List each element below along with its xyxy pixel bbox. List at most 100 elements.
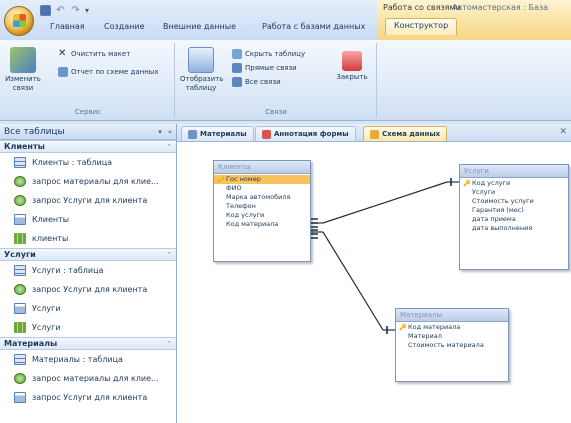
tab-home[interactable]: Главная <box>50 22 85 31</box>
schema-field[interactable]: Услуги <box>460 188 568 197</box>
edit-links-button[interactable]: Изменить связи <box>4 47 42 93</box>
schema-table-title[interactable]: Клиенты <box>214 161 310 174</box>
undo-icon[interactable]: ↶ <box>55 5 66 16</box>
schema-field-label: Гарантия (мес) <box>472 206 524 214</box>
schema-table-title[interactable]: Услуги <box>460 165 568 178</box>
nav-item[interactable]: Материалы : таблица <box>0 350 176 369</box>
doc-tab-schema[interactable]: Схема данных <box>363 126 448 141</box>
nav-item[interactable]: Клиенты <box>0 210 176 229</box>
schema-table-title[interactable]: Материалы <box>396 309 508 322</box>
collapse-chevron-icon[interactable]: ⌃ <box>166 340 172 348</box>
redo-icon[interactable]: ↷ <box>70 5 81 16</box>
schema-report-label: Отчет по схеме данных <box>71 68 159 76</box>
nav-item[interactable]: запрос Услуги для клиента <box>0 388 176 407</box>
collapse-chevron-icon[interactable]: ⌃ <box>166 143 172 151</box>
save-icon[interactable] <box>40 4 51 16</box>
schema-field[interactable]: Стоимость материала <box>396 341 508 350</box>
schema-table-box[interactable]: Услуги 🔑 Код услуги Услуги Стоимость услуги Г… <box>459 164 569 270</box>
clear-layout-button[interactable]: ✕ Очистить макет <box>58 49 130 59</box>
schema-field[interactable]: дата приема <box>460 215 568 224</box>
nav-item[interactable]: Клиенты : таблица <box>0 153 176 172</box>
schema-field[interactable]: Стоимость услуги <box>460 197 568 206</box>
nav-collapse-icon[interactable]: « <box>168 128 172 136</box>
tab-external-data[interactable]: Внешние данные <box>163 22 236 31</box>
nav-group-header[interactable]: Материалы ⌃ <box>0 337 176 350</box>
nav-header[interactable]: Все таблицы ▾ « <box>0 124 176 140</box>
nav-item-label: Клиенты : таблица <box>32 158 113 167</box>
nav-item[interactable]: запрос материалы для клие... <box>0 172 176 191</box>
schema-field[interactable]: Код услуги <box>214 211 310 220</box>
ribbon-group-label-service: Сервис <box>74 108 102 116</box>
schema-field-label: Код материала <box>226 220 279 228</box>
nav-title: Все таблицы <box>4 126 65 137</box>
schema-field[interactable]: 🔑 Гос номер <box>214 175 310 184</box>
query-icon <box>14 284 26 295</box>
schema-field-label: Стоимость услуги <box>472 197 534 205</box>
close-button[interactable]: Закрыть <box>336 47 368 82</box>
ribbon-group-service: Изменить связи ✕ Очистить макет Отчет по… <box>2 43 175 118</box>
all-links-label: Все связи <box>245 78 281 86</box>
nav-group-header[interactable]: Услуги ⌃ <box>0 248 176 261</box>
doc-tab-label: Аннотация формы <box>274 130 349 138</box>
schema-field[interactable]: Материал <box>396 332 508 341</box>
ribbon: Изменить связи ✕ Очистить макет Отчет по… <box>0 40 571 121</box>
tab-design[interactable]: Конструктор <box>385 18 458 35</box>
nav-item[interactable]: Услуги <box>0 318 176 337</box>
schema-field[interactable]: Марка автомобиля <box>214 193 310 202</box>
hide-table-button[interactable]: Скрыть таблицу <box>232 49 305 59</box>
schema-field[interactable]: дата выполнения <box>460 224 568 233</box>
nav-item-label: запрос Услуги для клиента <box>32 196 148 205</box>
direct-links-button[interactable]: Прямые связи <box>232 63 297 73</box>
nav-group-header[interactable]: Клиенты ⌃ <box>0 140 176 153</box>
tab-create[interactable]: Создание <box>104 22 145 31</box>
collapse-chevron-icon[interactable]: ⌃ <box>166 251 172 259</box>
schema-field[interactable]: Гарантия (мес) <box>460 206 568 215</box>
relationship-line[interactable] <box>322 231 384 331</box>
nav-item-label: Материалы : таблица <box>32 355 123 364</box>
many-marker-icon <box>310 229 318 239</box>
form-icon <box>14 392 26 403</box>
direct-links-label: Прямые связи <box>245 64 297 72</box>
schema-field[interactable]: Телефон <box>214 202 310 211</box>
close-document-icon[interactable]: ✕ <box>559 127 567 137</box>
show-table-icon <box>188 47 214 73</box>
nav-item[interactable]: Услуги <box>0 299 176 318</box>
relationships-icon <box>370 129 379 139</box>
all-links-icon <box>232 77 242 87</box>
show-table-button[interactable]: Отобразить таблицу <box>180 47 223 93</box>
relationships-canvas[interactable]: Клиенты 🔑 Гос номер ФИО Марка автомобиля Теле… <box>177 142 571 423</box>
form-icon <box>14 303 26 314</box>
schema-report-button[interactable]: Отчет по схеме данных <box>58 67 158 77</box>
tab-database-tools[interactable]: Работа с базами данных <box>262 22 365 31</box>
nav-item[interactable]: Услуги : таблица <box>0 261 176 280</box>
nav-item-label: запрос материалы для клие... <box>32 374 159 383</box>
schema-field[interactable]: 🔑 Код материала <box>396 323 508 332</box>
report-icon <box>14 233 26 244</box>
doc-tab-label: Материалы <box>200 130 247 138</box>
nav-dropdown-icon[interactable]: ▾ <box>158 128 162 136</box>
schema-field[interactable]: ФИО <box>214 184 310 193</box>
doc-tab-form-annotation[interactable]: Аннотация формы <box>255 126 356 141</box>
doc-tab-materials[interactable]: Материалы <box>181 126 254 141</box>
nav-item[interactable]: запрос Услуги для клиента <box>0 280 176 299</box>
schema-table-box[interactable]: Клиенты 🔑 Гос номер ФИО Марка автомобиля Теле… <box>213 160 311 262</box>
nav-item[interactable]: запрос Услуги для клиента <box>0 191 176 210</box>
clear-icon: ✕ <box>58 48 67 59</box>
schema-field[interactable]: Код материала <box>214 220 310 229</box>
all-links-button[interactable]: Все связи <box>232 77 281 87</box>
close-label: Закрыть <box>336 73 368 81</box>
office-button[interactable] <box>4 6 34 36</box>
schema-field[interactable]: 🔑 Код услуги <box>460 179 568 188</box>
relationship-line[interactable] <box>322 181 448 224</box>
schema-field-list: 🔑 Гос номер ФИО Марка автомобиля Телефон Код … <box>214 174 310 229</box>
qat-customize-icon[interactable]: ▾ <box>85 6 89 15</box>
many-marker-icon <box>310 218 318 228</box>
hide-table-icon <box>232 49 242 59</box>
table-icon <box>14 265 26 276</box>
schema-field-list: 🔑 Код материала Материал Стоимость материал… <box>396 322 508 350</box>
nav-item[interactable]: клиенты <box>0 229 176 248</box>
schema-table-box[interactable]: Материалы 🔑 Код материала Материал Стоимость… <box>395 308 509 382</box>
ribbon-tab-bar: ↶ ↷ ▾ Работа со связями Автомастерская :… <box>0 0 571 40</box>
schema-field-list: 🔑 Код услуги Услуги Стоимость услуги Гаранти… <box>460 178 568 233</box>
nav-item[interactable]: запрос материалы для клие... <box>0 369 176 388</box>
